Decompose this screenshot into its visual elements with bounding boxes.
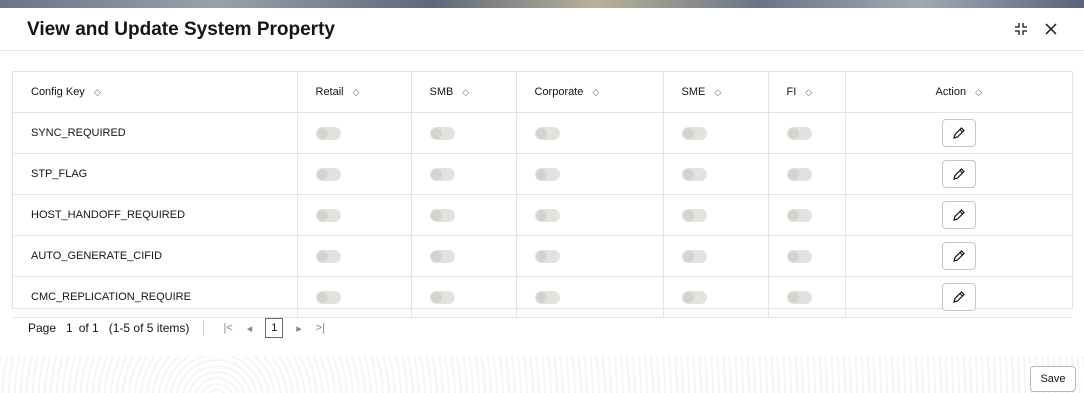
fi-toggle[interactable] [786, 208, 812, 222]
column-header-corporate[interactable]: Corporate ◇ [515, 72, 663, 113]
config-key-cell: STP_FLAG [13, 153, 297, 195]
retail-toggle[interactable] [315, 167, 341, 181]
pencil-icon [952, 250, 965, 262]
system-property-table: Config Key ◇ Retail ◇ SMB ◇ Corporate ◇ SME ◇… [12, 71, 1073, 318]
table-header-row: Config Key ◇ Retail ◇ SMB ◇ Corporate ◇ SME ◇… [13, 72, 1072, 113]
pencil-icon [952, 291, 965, 303]
table-row: CMC_REPLICATION_REQUIRE [13, 276, 1072, 318]
table-row: AUTO_GENERATE_CIFID [13, 235, 1072, 277]
last-page-icon[interactable]: >| [316, 322, 325, 334]
retail-toggle[interactable] [315, 249, 341, 263]
system-property-dialog: View and Update System Property Config K… [0, 8, 1084, 393]
column-header-retail[interactable]: Retail ◇ [296, 72, 411, 113]
column-header-fi[interactable]: FI ◇ [767, 72, 845, 113]
retail-toggle[interactable] [315, 208, 341, 222]
dialog-footer: Save [0, 356, 1084, 393]
sort-icon[interactable]: ◇ [353, 87, 360, 98]
sort-icon[interactable]: ◇ [592, 87, 599, 98]
smb-toggle[interactable] [429, 290, 455, 304]
sort-icon[interactable]: ◇ [462, 87, 469, 98]
edit-button[interactable] [941, 201, 976, 229]
fi-toggle[interactable] [786, 249, 812, 263]
smb-toggle[interactable] [429, 208, 455, 222]
corporate-toggle[interactable] [534, 208, 560, 222]
smb-toggle[interactable] [429, 249, 455, 263]
corporate-toggle[interactable] [534, 126, 560, 140]
dialog-title: View and Update System Property [27, 19, 335, 40]
page-button-1[interactable]: 1 [265, 318, 284, 338]
sme-toggle[interactable] [681, 126, 707, 140]
close-icon[interactable] [1042, 20, 1060, 38]
sort-icon[interactable]: ◇ [975, 87, 982, 98]
column-header-config-key[interactable]: Config Key ◇ [13, 72, 297, 113]
fi-toggle[interactable] [786, 167, 812, 181]
table-row: HOST_HANDOFF_REQUIRED [13, 194, 1072, 236]
next-page-icon[interactable]: ▸ [296, 322, 302, 335]
current-page-value[interactable]: 1 [66, 321, 73, 335]
page-label: Page [28, 321, 57, 335]
config-key-cell: AUTO_GENERATE_CIFID [13, 235, 297, 277]
sort-icon[interactable]: ◇ [805, 87, 812, 98]
sort-icon[interactable]: ◇ [714, 87, 721, 98]
sme-toggle[interactable] [681, 167, 707, 181]
retail-toggle[interactable] [315, 290, 341, 304]
sme-toggle[interactable] [681, 208, 707, 222]
edit-button[interactable] [941, 283, 976, 311]
column-header-sme[interactable]: SME ◇ [662, 72, 768, 113]
sme-toggle[interactable] [681, 290, 707, 304]
table-row: STP_FLAG [13, 153, 1072, 195]
corporate-toggle[interactable] [534, 249, 560, 263]
edit-button[interactable] [941, 119, 976, 147]
fi-toggle[interactable] [786, 290, 812, 304]
pagination: Page 1 of 1 (1-5 of 5 items) |< ◂ 1 ▸ >| [28, 314, 332, 342]
smb-toggle[interactable] [429, 167, 455, 181]
table-row: SYNC_REQUIRED [13, 112, 1072, 154]
pencil-icon [952, 127, 965, 139]
page-count: of 1 [78, 321, 99, 335]
corporate-toggle[interactable] [534, 290, 560, 304]
pager-divider [203, 320, 205, 336]
sme-toggle[interactable] [681, 249, 707, 263]
previous-page-icon[interactable]: ◂ [247, 322, 253, 335]
maximize-icon[interactable] [1012, 20, 1030, 38]
sort-icon[interactable]: ◇ [94, 87, 101, 98]
column-header-smb[interactable]: SMB ◇ [410, 72, 516, 113]
item-range: (1-5 of 5 items) [108, 321, 190, 335]
config-key-cell: HOST_HANDOFF_REQUIRED [13, 194, 297, 236]
first-page-icon[interactable]: |< [223, 322, 232, 334]
fi-toggle[interactable] [786, 126, 812, 140]
smb-toggle[interactable] [429, 126, 455, 140]
pencil-icon [952, 168, 965, 180]
save-button[interactable]: Save [1030, 366, 1076, 392]
config-key-cell: CMC_REPLICATION_REQUIRE [13, 276, 297, 318]
column-header-action[interactable]: Action ◇ [844, 72, 1072, 113]
config-key-cell: SYNC_REQUIRED [13, 112, 297, 154]
edit-button[interactable] [941, 160, 976, 188]
retail-toggle[interactable] [315, 126, 341, 140]
corporate-toggle[interactable] [534, 167, 560, 181]
edit-button[interactable] [941, 242, 976, 270]
pencil-icon [952, 209, 965, 221]
background-banner [0, 0, 1084, 8]
dialog-header: View and Update System Property [0, 8, 1084, 51]
